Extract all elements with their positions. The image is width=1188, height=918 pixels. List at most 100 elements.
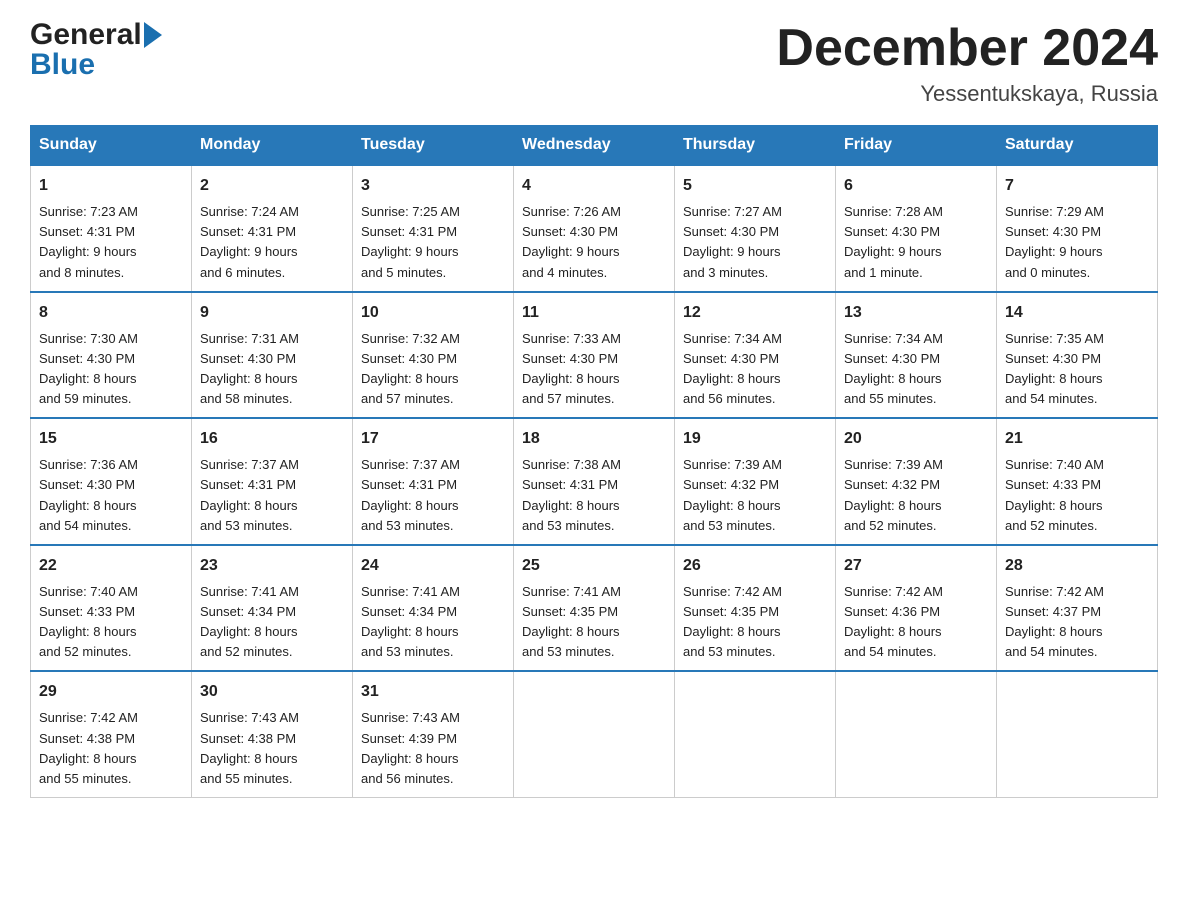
calendar-cell: 14 Sunrise: 7:35 AMSunset: 4:30 PMDayligh… [997,292,1158,419]
day-info: Sunrise: 7:31 AMSunset: 4:30 PMDaylight:… [200,329,344,410]
day-number: 23 [200,554,344,578]
day-info: Sunrise: 7:42 AMSunset: 4:36 PMDaylight:… [844,582,988,663]
calendar-week-row: 15 Sunrise: 7:36 AMSunset: 4:30 PMDayligh… [31,418,1158,545]
calendar-cell: 6 Sunrise: 7:28 AMSunset: 4:30 PMDaylight… [836,165,997,292]
day-number: 31 [361,680,505,704]
day-number: 10 [361,301,505,325]
calendar-week-row: 8Sunrise: 7:30 AMSunset: 4:30 PMDaylight… [31,292,1158,419]
day-info: Sunrise: 7:40 AMSunset: 4:33 PMDaylight:… [39,582,183,663]
day-number: 18 [522,427,666,451]
day-number: 15 [39,427,183,451]
logo-blue-text: Blue [30,50,164,80]
calendar-cell: 8Sunrise: 7:30 AMSunset: 4:30 PMDaylight… [31,292,192,419]
calendar-cell: 9 Sunrise: 7:31 AMSunset: 4:30 PMDaylight… [192,292,353,419]
day-number: 26 [683,554,827,578]
page-subtitle: Yessentukskaya, Russia [776,81,1158,107]
calendar-cell: 25 Sunrise: 7:41 AMSunset: 4:35 PMDayligh… [514,545,675,672]
calendar-cell: 19Sunrise: 7:39 AMSunset: 4:32 PMDayligh… [675,418,836,545]
day-number: 21 [1005,427,1149,451]
day-info: Sunrise: 7:42 AMSunset: 4:38 PMDaylight:… [39,708,183,789]
day-info: Sunrise: 7:38 AMSunset: 4:31 PMDaylight:… [522,455,666,536]
day-info: Sunrise: 7:41 AMSunset: 4:34 PMDaylight:… [200,582,344,663]
calendar-cell: 23 Sunrise: 7:41 AMSunset: 4:34 PMDayligh… [192,545,353,672]
day-info: Sunrise: 7:35 AMSunset: 4:30 PMDaylight:… [1005,329,1149,410]
column-header-monday: Monday [192,126,353,166]
day-number: 9 [200,301,344,325]
day-number: 14 [1005,301,1149,325]
calendar-week-row: 29 Sunrise: 7:42 AMSunset: 4:38 PMDayligh… [31,671,1158,797]
calendar-cell: 2 Sunrise: 7:24 AMSunset: 4:31 PMDaylight… [192,165,353,292]
day-number: 29 [39,680,183,704]
page-title: December 2024 [776,20,1158,77]
column-header-friday: Friday [836,126,997,166]
calendar-cell: 7 Sunrise: 7:29 AMSunset: 4:30 PMDaylight… [997,165,1158,292]
day-number: 11 [522,301,666,325]
page-header: General Blue December 2024 Yessentukskay… [30,20,1158,107]
calendar-cell: 15 Sunrise: 7:36 AMSunset: 4:30 PMDayligh… [31,418,192,545]
day-info: Sunrise: 7:32 AMSunset: 4:30 PMDaylight:… [361,329,505,410]
day-number: 22 [39,554,183,578]
day-number: 12 [683,301,827,325]
calendar-cell: 17 Sunrise: 7:37 AMSunset: 4:31 PMDayligh… [353,418,514,545]
calendar-cell [836,671,997,797]
day-info: Sunrise: 7:41 AMSunset: 4:34 PMDaylight:… [361,582,505,663]
day-info: Sunrise: 7:27 AMSunset: 4:30 PMDaylight:… [683,202,827,283]
day-info: Sunrise: 7:39 AMSunset: 4:32 PMDaylight:… [683,455,827,536]
day-number: 17 [361,427,505,451]
day-number: 1 [39,174,183,198]
day-info: Sunrise: 7:34 AMSunset: 4:30 PMDaylight:… [844,329,988,410]
day-number: 7 [1005,174,1149,198]
day-info: Sunrise: 7:33 AMSunset: 4:30 PMDaylight:… [522,329,666,410]
calendar-cell: 11 Sunrise: 7:33 AMSunset: 4:30 PMDayligh… [514,292,675,419]
calendar-cell: 31 Sunrise: 7:43 AMSunset: 4:39 PMDayligh… [353,671,514,797]
day-info: Sunrise: 7:37 AMSunset: 4:31 PMDaylight:… [361,455,505,536]
day-info: Sunrise: 7:34 AMSunset: 4:30 PMDaylight:… [683,329,827,410]
calendar-cell: 21Sunrise: 7:40 AMSunset: 4:33 PMDayligh… [997,418,1158,545]
day-info: Sunrise: 7:39 AMSunset: 4:32 PMDaylight:… [844,455,988,536]
calendar-cell: 22 Sunrise: 7:40 AMSunset: 4:33 PMDayligh… [31,545,192,672]
calendar-cell: 1 Sunrise: 7:23 AMSunset: 4:31 PMDaylight… [31,165,192,292]
logo: General Blue [30,20,164,80]
day-info: Sunrise: 7:42 AMSunset: 4:37 PMDaylight:… [1005,582,1149,663]
day-info: Sunrise: 7:36 AMSunset: 4:30 PMDaylight:… [39,455,183,536]
calendar-cell: 10 Sunrise: 7:32 AMSunset: 4:30 PMDayligh… [353,292,514,419]
day-number: 27 [844,554,988,578]
column-header-wednesday: Wednesday [514,126,675,166]
day-info: Sunrise: 7:41 AMSunset: 4:35 PMDaylight:… [522,582,666,663]
column-header-thursday: Thursday [675,126,836,166]
day-info: Sunrise: 7:29 AMSunset: 4:30 PMDaylight:… [1005,202,1149,283]
calendar-cell: 16Sunrise: 7:37 AMSunset: 4:31 PMDayligh… [192,418,353,545]
logo-general-text: General [30,20,142,50]
day-number: 13 [844,301,988,325]
column-header-saturday: Saturday [997,126,1158,166]
calendar-week-row: 22 Sunrise: 7:40 AMSunset: 4:33 PMDayligh… [31,545,1158,672]
calendar-cell: 24 Sunrise: 7:41 AMSunset: 4:34 PMDayligh… [353,545,514,672]
title-block: December 2024 Yessentukskaya, Russia [776,20,1158,107]
day-number: 2 [200,174,344,198]
calendar-cell: 29 Sunrise: 7:42 AMSunset: 4:38 PMDayligh… [31,671,192,797]
calendar-week-row: 1 Sunrise: 7:23 AMSunset: 4:31 PMDaylight… [31,165,1158,292]
day-number: 24 [361,554,505,578]
day-number: 30 [200,680,344,704]
calendar-cell: 5Sunrise: 7:27 AMSunset: 4:30 PMDaylight… [675,165,836,292]
day-number: 25 [522,554,666,578]
calendar-header-row: SundayMondayTuesdayWednesdayThursdayFrid… [31,126,1158,166]
day-info: Sunrise: 7:43 AMSunset: 4:38 PMDaylight:… [200,708,344,789]
day-number: 16 [200,427,344,451]
day-info: Sunrise: 7:23 AMSunset: 4:31 PMDaylight:… [39,202,183,283]
day-number: 6 [844,174,988,198]
day-info: Sunrise: 7:43 AMSunset: 4:39 PMDaylight:… [361,708,505,789]
calendar-cell [997,671,1158,797]
day-number: 8 [39,301,183,325]
calendar-table: SundayMondayTuesdayWednesdayThursdayFrid… [30,125,1158,798]
day-number: 20 [844,427,988,451]
column-header-sunday: Sunday [31,126,192,166]
day-info: Sunrise: 7:25 AMSunset: 4:31 PMDaylight:… [361,202,505,283]
calendar-cell: 18 Sunrise: 7:38 AMSunset: 4:31 PMDayligh… [514,418,675,545]
calendar-cell: 20 Sunrise: 7:39 AMSunset: 4:32 PMDayligh… [836,418,997,545]
column-header-tuesday: Tuesday [353,126,514,166]
calendar-cell: 27 Sunrise: 7:42 AMSunset: 4:36 PMDayligh… [836,545,997,672]
day-info: Sunrise: 7:28 AMSunset: 4:30 PMDaylight:… [844,202,988,283]
day-number: 28 [1005,554,1149,578]
day-info: Sunrise: 7:24 AMSunset: 4:31 PMDaylight:… [200,202,344,283]
